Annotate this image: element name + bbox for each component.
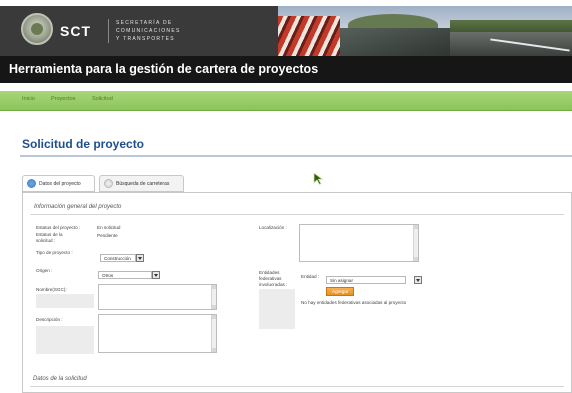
tab-datos-del-proyecto[interactable]: Datos del proyecto [22, 175, 95, 192]
section-title: Información general del proyecto [34, 204, 122, 210]
descripcion-label: Descripción : [36, 317, 63, 322]
tab-label: Datos del proyecto [39, 181, 81, 187]
field-background [36, 326, 94, 354]
scroll-down-icon[interactable] [212, 305, 216, 309]
descripcion-textarea[interactable] [98, 314, 217, 353]
tab-busqueda-de-carreteras[interactable]: Búsqueda de carreteras [99, 175, 184, 192]
tab-radio-icon [27, 179, 36, 188]
tipo-proyecto-select[interactable]: Construcción [100, 254, 136, 262]
nav-item-proyectos[interactable]: Proyectos [51, 96, 75, 102]
page-title: Solicitud de proyecto [22, 137, 145, 151]
nav-item-solicitud[interactable]: Solicitud [92, 96, 113, 102]
tipo-proyecto-value: Construcción [104, 256, 131, 261]
scroll-down-icon[interactable] [212, 348, 216, 352]
scrollbar[interactable] [211, 315, 216, 352]
agregar-button[interactable]: Agregar [326, 287, 354, 296]
chevron-down-icon [138, 257, 142, 260]
estatus-solicitud-label: solicitud : [36, 238, 56, 243]
header-banner-image [278, 6, 572, 56]
section-divider [30, 214, 564, 215]
section-divider [30, 386, 564, 387]
app-title: Herramienta para la gestión de cartera d… [9, 62, 319, 76]
scroll-down-icon[interactable] [414, 257, 418, 261]
tipo-proyecto-dropdown-button[interactable] [136, 254, 144, 262]
agregar-button-label: Agregar [332, 289, 349, 294]
origen-dropdown-button[interactable] [152, 271, 160, 279]
mouse-cursor-icon [313, 172, 324, 186]
scrollbar[interactable] [413, 225, 418, 261]
no-entidades-message: No hay entidades federativas asociadas a… [301, 300, 407, 305]
coat-of-arms-logo [21, 13, 53, 45]
origen-value: Otros [102, 273, 114, 278]
origen-label: Origen : [36, 268, 53, 273]
field-background [36, 294, 94, 308]
site-header: SCT SECRETARÍA DE COMUNICACIONES Y TRANS… [0, 6, 572, 56]
main-nav [0, 91, 572, 111]
tab-label: Búsqueda de carreteras [116, 181, 170, 187]
brand-divider [108, 19, 109, 43]
estatus-proyecto-value: En solicitud [97, 225, 121, 230]
scroll-up-icon[interactable] [212, 315, 216, 319]
title-divider [20, 155, 572, 157]
scroll-up-icon[interactable] [414, 225, 418, 229]
brand-logo-text[interactable]: SCT [60, 23, 91, 39]
chevron-down-icon [416, 279, 420, 282]
entidad-value: Sin asignar [330, 278, 353, 283]
estatus-solicitud-value: Pendiente [97, 233, 118, 238]
entidades-label: involucradas : [259, 282, 288, 287]
tab-radio-icon [104, 179, 113, 188]
field-background [259, 289, 295, 329]
brand-subtitle-line: Y TRANSPORTES [116, 36, 175, 42]
scroll-up-icon[interactable] [212, 285, 216, 289]
seal-emblem [31, 23, 43, 35]
estatus-proyecto-label: Estatus del proyecto : [36, 225, 81, 230]
brand-subtitle-line: COMUNICACIONES [116, 28, 181, 34]
localizacion-label: Localización : [259, 225, 287, 230]
brand-subtitle: SECRETARÍA DE COMUNICACIONES Y TRANSPORT… [116, 19, 216, 43]
entidad-select[interactable]: Sin asignar [326, 276, 406, 284]
localizacion-textarea[interactable] [299, 224, 419, 262]
nombre-textarea[interactable] [98, 284, 217, 310]
section-title-solicitud: Datos de la solicitud [33, 376, 87, 382]
scrollbar[interactable] [211, 285, 216, 309]
origen-select[interactable]: Otros [98, 271, 152, 279]
entidad-label: Entidad : [301, 274, 320, 279]
tipo-proyecto-label: Tipo de proyecto : [36, 250, 73, 255]
chevron-down-icon [154, 274, 158, 277]
nav-item-inicio[interactable]: Inicio [22, 96, 35, 102]
nombre-label: Nombre(SGC): [36, 287, 67, 292]
brand-subtitle-line: SECRETARÍA DE [116, 20, 173, 26]
entidad-dropdown-button[interactable] [414, 276, 422, 284]
